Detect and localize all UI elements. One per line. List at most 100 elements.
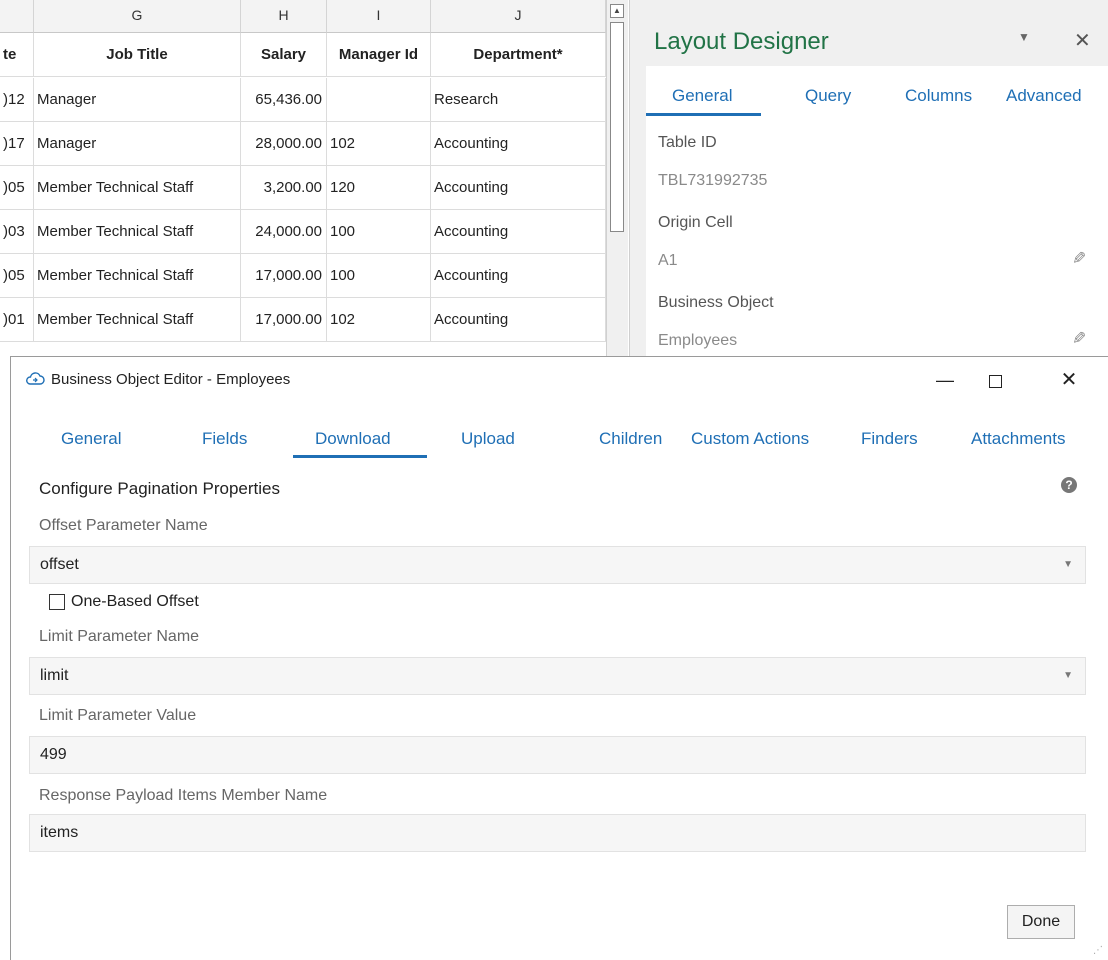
cell-job-title[interactable]: Member Technical Staff	[34, 298, 241, 342]
cell-salary[interactable]: 3,200.00	[241, 166, 327, 210]
help-icon[interactable]: ?	[1061, 477, 1077, 493]
scroll-thumb[interactable]	[610, 22, 624, 232]
offset-parameter-value: offset	[40, 556, 79, 573]
table-row: )05 Member Technical Staff 17,000.00 100…	[0, 254, 610, 298]
section-title: Configure Pagination Properties	[39, 479, 280, 498]
cell-date[interactable]: )17	[0, 122, 34, 166]
column-header-f[interactable]	[0, 0, 34, 33]
cell-header-manager-id[interactable]: Manager Id	[327, 33, 431, 77]
cell-manager-id[interactable]: 100	[327, 254, 431, 298]
tab-children[interactable]: Children	[599, 429, 662, 449]
table-row: )01 Member Technical Staff 17,000.00 102…	[0, 298, 610, 342]
cell-salary[interactable]: 24,000.00	[241, 210, 327, 254]
cell-date[interactable]: )12	[0, 78, 34, 122]
tab-attachments[interactable]: Attachments	[971, 429, 1066, 449]
one-based-offset-label[interactable]: One-Based Offset	[71, 593, 199, 611]
cell-salary[interactable]: 17,000.00	[241, 254, 327, 298]
active-tab-indicator	[646, 113, 761, 116]
business-object-label: Business Object	[658, 294, 774, 311]
origin-cell-label: Origin Cell	[658, 214, 733, 231]
active-tab-indicator	[293, 455, 427, 458]
offset-parameter-select[interactable]: offset ▼	[29, 546, 1086, 584]
cell-salary[interactable]: 65,436.00	[241, 78, 327, 122]
tab-finders[interactable]: Finders	[861, 429, 918, 449]
column-header-g[interactable]: G	[34, 0, 241, 33]
cell-salary[interactable]: 17,000.00	[241, 298, 327, 342]
cell-header-department[interactable]: Department*	[431, 33, 606, 77]
business-object-editor-dialog: Business Object Editor - Employees — ✕ G…	[10, 356, 1108, 960]
business-object-value: Employees	[658, 332, 738, 349]
cell-manager-id[interactable]: 102	[327, 122, 431, 166]
table-id-label: Table ID	[658, 134, 717, 151]
pane-options-icon[interactable]: ▼	[1018, 30, 1030, 44]
edit-origin-cell-pencil-icon[interactable]: ✎	[1072, 249, 1086, 269]
column-header-i[interactable]: I	[327, 0, 431, 33]
cell-job-title[interactable]: Manager	[34, 122, 241, 166]
sheet-vertical-scrollbar[interactable]: ▲	[606, 0, 628, 360]
designer-tab-columns[interactable]: Columns	[905, 86, 972, 106]
limit-value-input[interactable]: 499	[29, 736, 1086, 774]
close-button[interactable]: ✕	[1047, 365, 1091, 395]
cell-job-title[interactable]: Member Technical Staff	[34, 254, 241, 298]
cell-date[interactable]: )03	[0, 210, 34, 254]
minimize-button[interactable]: —	[923, 365, 967, 395]
cell-department[interactable]: Research	[431, 78, 606, 122]
cell-manager-id[interactable]	[327, 78, 431, 122]
cell-header-salary[interactable]: Salary	[241, 33, 327, 77]
limit-value-label: Limit Parameter Value	[39, 707, 197, 724]
cell-department[interactable]: Accounting	[431, 210, 606, 254]
cell-date[interactable]: )05	[0, 254, 34, 298]
tab-custom-actions[interactable]: Custom Actions	[691, 429, 809, 449]
cell-salary[interactable]: 28,000.00	[241, 122, 327, 166]
done-button[interactable]: Done	[1007, 905, 1075, 939]
cell-department[interactable]: Accounting	[431, 122, 606, 166]
tab-upload[interactable]: Upload	[461, 429, 515, 449]
cell-date[interactable]: )01	[0, 298, 34, 342]
maximize-icon	[988, 374, 1002, 388]
cell-manager-id[interactable]: 120	[327, 166, 431, 210]
edit-business-object-pencil-icon[interactable]: ✎	[1072, 329, 1086, 349]
limit-parameter-select[interactable]: limit ▼	[29, 657, 1086, 695]
one-based-offset-checkbox[interactable]	[49, 594, 65, 610]
table-id-value: TBL731992735	[658, 172, 768, 189]
tab-download[interactable]: Download	[315, 429, 391, 449]
table-row: )03 Member Technical Staff 24,000.00 100…	[0, 210, 610, 254]
cell-job-title[interactable]: Member Technical Staff	[34, 166, 241, 210]
cell-header-job-title[interactable]: Job Title	[34, 33, 241, 77]
maximize-button[interactable]	[973, 365, 1017, 395]
resize-grip-icon[interactable]: ⋰	[1093, 945, 1107, 959]
items-member-label: Response Payload Items Member Name	[39, 787, 328, 804]
limit-parameter-label: Limit Parameter Name	[39, 628, 200, 645]
items-member-input[interactable]: items	[29, 814, 1086, 852]
column-header-h[interactable]: H	[241, 0, 327, 33]
cell-department[interactable]: Accounting	[431, 298, 606, 342]
origin-cell-value: A1	[658, 252, 678, 269]
scroll-up-arrow-icon[interactable]: ▲	[610, 4, 624, 18]
cell-job-title[interactable]: Manager	[34, 78, 241, 122]
table-row: )17 Manager 28,000.00 102 Accounting	[0, 122, 610, 166]
cell-date[interactable]: )05	[0, 166, 34, 210]
designer-tab-advanced[interactable]: Advanced	[1006, 86, 1082, 106]
tab-general[interactable]: General	[61, 429, 121, 449]
table-row: )05 Member Technical Staff 3,200.00 120 …	[0, 166, 610, 210]
designer-tab-general[interactable]: General	[672, 86, 732, 106]
limit-parameter-value: limit	[40, 667, 69, 684]
cell-department[interactable]: Accounting	[431, 166, 606, 210]
pane-close-icon[interactable]: ✕	[1074, 28, 1091, 53]
layout-designer-pane: Layout Designer ▼ ✕ General Query Column…	[629, 0, 1108, 360]
designer-title: Layout Designer	[654, 28, 829, 55]
cell-department[interactable]: Accounting	[431, 254, 606, 298]
cell-manager-id[interactable]: 100	[327, 210, 431, 254]
chevron-down-icon: ▼	[1063, 559, 1073, 570]
designer-body: General Query Columns Advanced Table ID …	[646, 66, 1108, 360]
cell-job-title[interactable]: Member Technical Staff	[34, 210, 241, 254]
cell-header-date[interactable]: te	[0, 33, 34, 77]
chevron-down-icon: ▼	[1063, 670, 1073, 681]
header-row: te Job Title Salary Manager Id Departmen…	[0, 33, 610, 77]
cloud-icon	[26, 372, 45, 385]
designer-tab-query[interactable]: Query	[805, 86, 851, 106]
tab-fields[interactable]: Fields	[202, 429, 247, 449]
column-header-j[interactable]: J	[431, 0, 606, 33]
cell-manager-id[interactable]: 102	[327, 298, 431, 342]
table-row: )12 Manager 65,436.00 Research	[0, 78, 610, 122]
